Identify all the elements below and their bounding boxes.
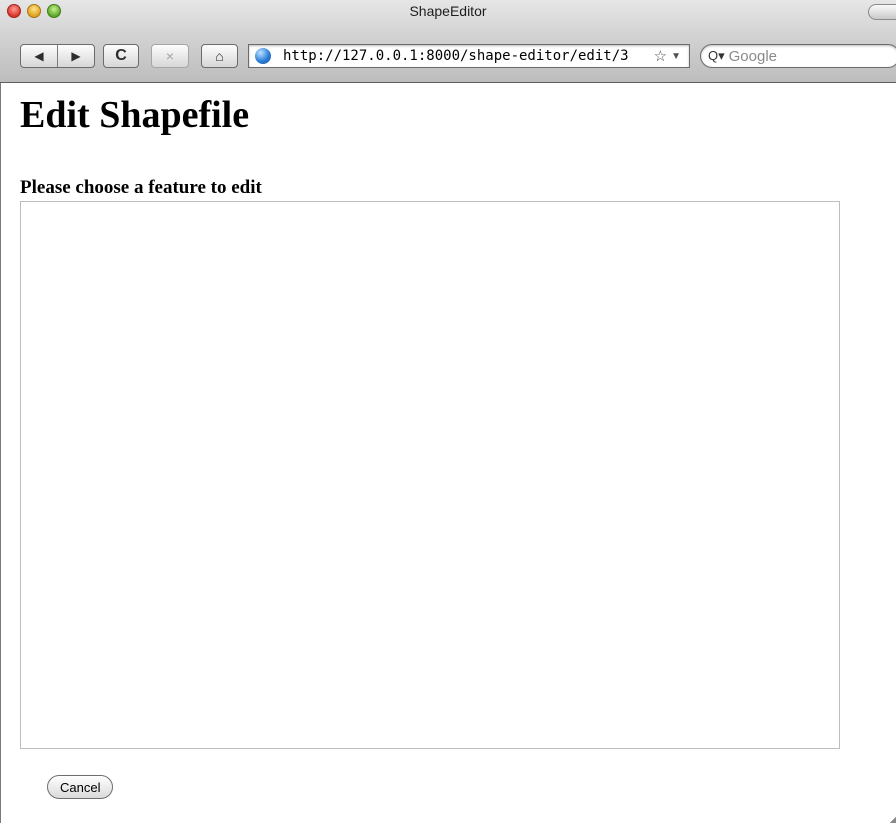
search-field[interactable]: Q▾ Google — [700, 44, 896, 68]
browser-toolbar: ShapeEditor ◀ ▶ C × ⌂ http://127.0.0.1:8… — [0, 0, 896, 83]
url-dropdown-icon[interactable]: ▼ — [671, 51, 681, 62]
stop-icon: × — [165, 48, 175, 64]
address-bar[interactable]: http://127.0.0.1:8000/shape-editor/edit/… — [248, 44, 690, 68]
forward-icon[interactable]: ▶ — [58, 45, 94, 67]
map-area[interactable] — [20, 201, 840, 749]
search-placeholder: Google — [728, 47, 778, 65]
feature-prompt: Please choose a feature to edit — [20, 177, 262, 198]
window-title: ShapeEditor — [409, 3, 487, 19]
back-icon[interactable]: ◀ — [21, 45, 57, 67]
reload-icon: C — [115, 47, 127, 64]
url-text[interactable]: http://127.0.0.1:8000/shape-editor/edit/… — [283, 48, 654, 64]
page-title: Edit Shapefile — [20, 94, 250, 136]
globe-icon — [255, 48, 271, 64]
bookmark-star-icon[interactable]: ☆ — [654, 47, 667, 65]
toolbar-toggle-button[interactable] — [868, 4, 896, 20]
reload-button[interactable]: C — [103, 44, 139, 68]
browser-window: ShapeEditor ◀ ▶ C × ⌂ http://127.0.0.1:8… — [0, 0, 896, 823]
search-icon[interactable]: Q▾ — [708, 48, 725, 64]
home-icon: ⌂ — [215, 48, 224, 64]
stop-button[interactable]: × — [151, 44, 189, 68]
home-button[interactable]: ⌂ — [201, 44, 238, 68]
resize-handle[interactable] — [890, 817, 896, 823]
back-forward-group: ◀ ▶ — [20, 44, 95, 68]
cancel-button[interactable]: Cancel — [47, 775, 114, 799]
page-content: Edit Shapefile Please choose a feature t… — [0, 83, 896, 823]
